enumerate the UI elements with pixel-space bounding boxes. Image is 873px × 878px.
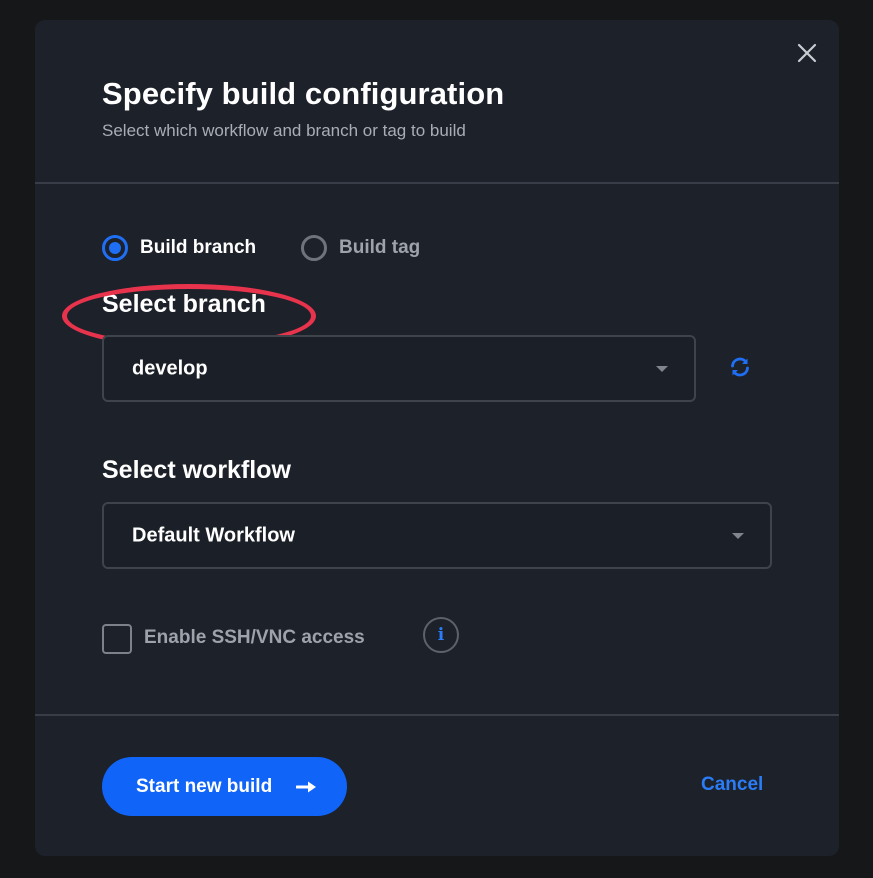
start-new-build-label: Start new build [136,775,273,797]
build-config-dialog: Specify build configuration Select which… [35,20,839,856]
refresh-branches-button[interactable] [727,354,753,380]
radio-button-checked[interactable] [102,235,128,261]
refresh-icon [731,357,749,377]
chevron-down-icon [656,365,668,372]
close-icon [797,43,817,63]
footer-divider [35,714,839,716]
radio-build-branch[interactable]: Build branch [102,231,256,265]
start-new-build-button[interactable]: Start new build [102,757,347,816]
ssh-vnc-label: Enable SSH/VNC access [144,627,365,648]
radio-button-unchecked[interactable] [301,235,327,261]
header-divider [35,182,839,184]
radio-label-build-tag: Build tag [339,237,421,258]
dialog-subtitle: Select which workflow and branch or tag … [102,121,466,140]
close-button[interactable] [794,40,820,66]
branch-select[interactable]: develop [102,335,696,402]
radio-label-build-branch: Build branch [140,237,257,258]
radio-build-tag[interactable]: Build tag [301,231,420,265]
info-button[interactable]: i [423,617,459,653]
workflow-select[interactable]: Default Workflow [102,502,772,569]
dialog-title: Specify build configuration [102,76,505,111]
workflow-select-value: Default Workflow [132,524,295,546]
arrow-right-icon [296,781,316,793]
cancel-button[interactable]: Cancel [701,774,763,796]
chevron-down-icon [732,532,744,539]
select-workflow-label: Select workflow [102,456,291,484]
ssh-vnc-checkbox[interactable] [102,624,132,654]
info-icon: i [437,625,445,645]
branch-select-value: develop [132,357,208,379]
